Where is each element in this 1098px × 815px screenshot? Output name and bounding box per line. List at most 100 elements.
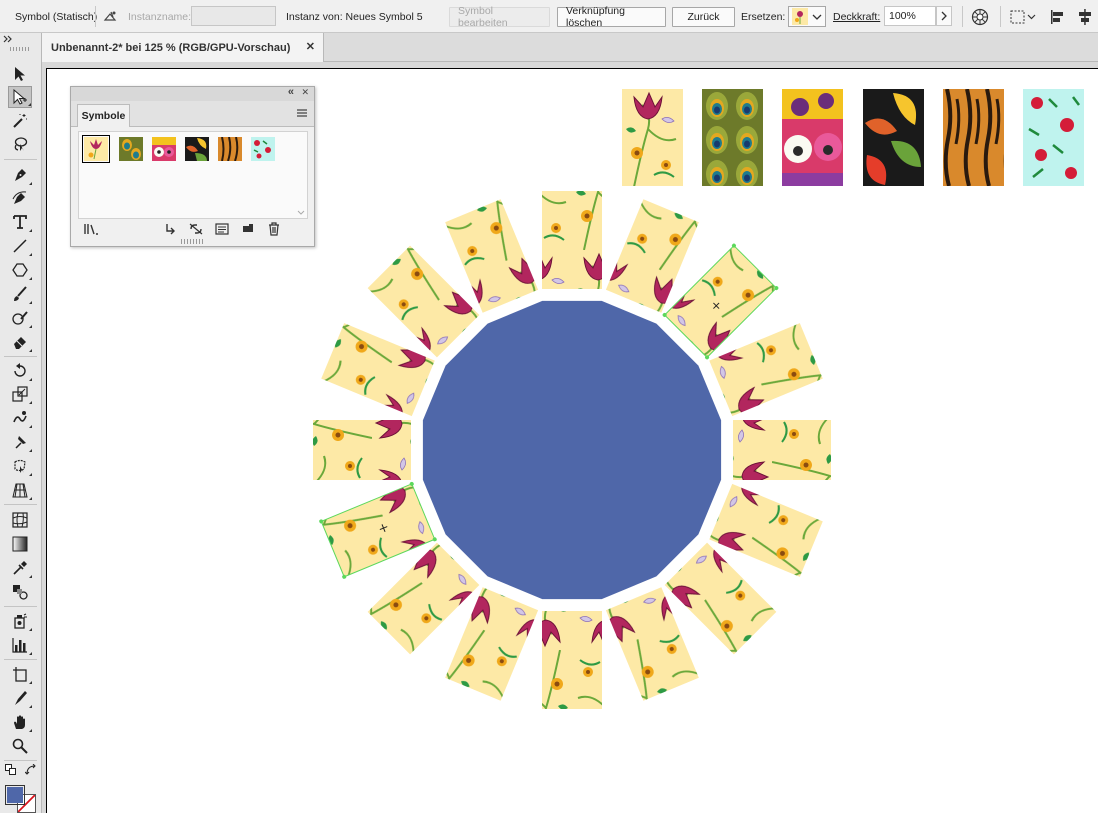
magic-wand-icon [13,114,27,128]
blend-tool[interactable] [8,581,32,603]
break-link-button[interactable]: Verknüpfung löschen [557,5,666,29]
selection-tool[interactable] [8,63,32,85]
rotate-tool[interactable] [8,360,32,382]
separator [962,6,963,27]
symbol-thumb-pansy[interactable] [152,137,176,161]
panel-menu-icon[interactable] [296,109,308,119]
panel-resize-grip[interactable] [181,239,203,244]
divider [4,659,37,660]
scroll-down-icon[interactable] [297,210,305,216]
symbol-instance[interactable] [542,611,602,709]
hand-tool[interactable] [8,711,32,733]
edit-symbol-button[interactable]: Symbol bearbeiten [449,5,550,29]
replace-symbol-dropdown[interactable] [788,6,826,27]
align-left-icon[interactable] [1047,0,1069,33]
free-transform-tool[interactable] [8,455,32,477]
blue-polygon[interactable] [422,300,722,600]
fill-swatch[interactable] [5,785,25,805]
eraser-icon [14,337,26,349]
brush-icon [14,286,27,301]
instance-name-field[interactable] [191,6,276,26]
panel-footer [71,221,314,239]
eyedropper-tool[interactable] [8,557,32,579]
symbol-libraries-icon[interactable] [83,223,99,235]
tab-symbols[interactable]: Symbole [77,104,130,127]
close-document-icon[interactable]: ✕ [306,40,315,53]
symbol-instance-flower[interactable] [622,89,683,186]
close-panel-icon[interactable]: ✕ [301,87,309,98]
symbol-instance-leaves[interactable] [863,89,924,186]
symbol-thumb-leaves[interactable] [185,137,209,161]
symbol-instance-peacock[interactable] [702,89,763,186]
eraser-tool[interactable] [8,331,32,353]
pen-tool[interactable] [8,164,32,186]
default-colors-icon[interactable] [5,764,17,776]
break-link-tool-icon[interactable] [101,0,121,33]
align-center-icon[interactable] [1074,0,1096,33]
break-link-icon[interactable] [188,223,204,235]
zoom-tool[interactable] [8,735,32,757]
divider [4,356,37,357]
selection-icon [15,67,25,81]
symbol-options-icon[interactable] [215,223,229,235]
slice-tool[interactable] [8,687,32,709]
symbol-thumb-peacock[interactable] [119,137,143,161]
lasso-icon [14,137,28,151]
reset-button[interactable]: Zurück [672,7,735,27]
opacity-field[interactable]: 100% [884,6,936,26]
symbol-instance[interactable] [313,420,411,480]
hand-icon [14,715,25,729]
blob-brush-tool[interactable] [8,307,32,329]
opacity-arrow-button[interactable] [936,6,952,26]
symbol-thumb-tiger[interactable] [218,137,242,161]
symbol-instance-tropical[interactable] [1023,89,1084,186]
perspective-grid-tool[interactable] [8,479,32,501]
collapse-panel-icon[interactable] [3,35,13,43]
line-tool[interactable] [8,235,32,257]
artboard-tool[interactable] [8,663,32,685]
fill-stroke-swatches [4,784,38,814]
symbol-instance[interactable] [542,191,602,289]
panel-titlebar[interactable]: « ✕ [71,86,314,101]
gradient-tool[interactable] [8,533,32,555]
symbol-instance[interactable] [733,420,831,480]
replace-label: Ersetzen: [741,10,786,23]
scale-tool[interactable] [8,383,32,405]
document-tab[interactable]: Unbenannt-2* bei 125 % (RGB/GPU-Vorschau… [42,33,324,62]
graph-icon [12,638,27,653]
new-symbol-icon[interactable] [241,223,255,235]
panel-tabs: Symbole [71,101,314,127]
symbol-thumb-flower[interactable] [82,135,110,163]
perspective-grid-icon [12,483,28,498]
opacity-label[interactable]: Deckkraft: [833,0,880,33]
place-symbol-instance-icon[interactable] [164,223,178,235]
instance-of-label: Instanz von: Neues Symbol 5 [286,10,423,23]
curvature-tool[interactable] [8,187,32,209]
trash-icon[interactable] [267,222,281,236]
symbol-instance-tiger[interactable] [943,89,1004,186]
mesh-tool[interactable] [8,509,32,531]
gradient-icon [12,536,28,552]
type-tool[interactable] [8,211,32,233]
lasso-tool[interactable] [8,133,32,155]
blob-brush-icon [12,311,28,325]
column-graph-tool[interactable] [8,634,32,656]
panel-grip[interactable] [10,47,30,51]
type-icon [13,215,27,229]
polygon-tool[interactable] [8,259,32,281]
recolor-icon[interactable] [969,0,991,33]
symbol-thumb-tropical[interactable] [251,137,275,161]
collapse-icon[interactable]: « [288,86,294,98]
align-to-dropdown[interactable] [1008,0,1038,33]
curvature-icon [12,191,27,204]
warp-tool[interactable] [8,407,32,429]
paintbrush-tool[interactable] [8,283,32,305]
swap-colors-icon[interactable] [25,764,37,776]
symbol-instance-pansy[interactable] [782,89,843,186]
polygon-icon [12,263,28,277]
magic-wand-tool[interactable] [8,110,32,132]
symbol-sprayer-tool[interactable] [8,610,32,632]
puppet-warp-tool[interactable] [8,431,32,453]
line-icon [13,239,27,253]
direct-selection-tool[interactable] [8,86,32,108]
